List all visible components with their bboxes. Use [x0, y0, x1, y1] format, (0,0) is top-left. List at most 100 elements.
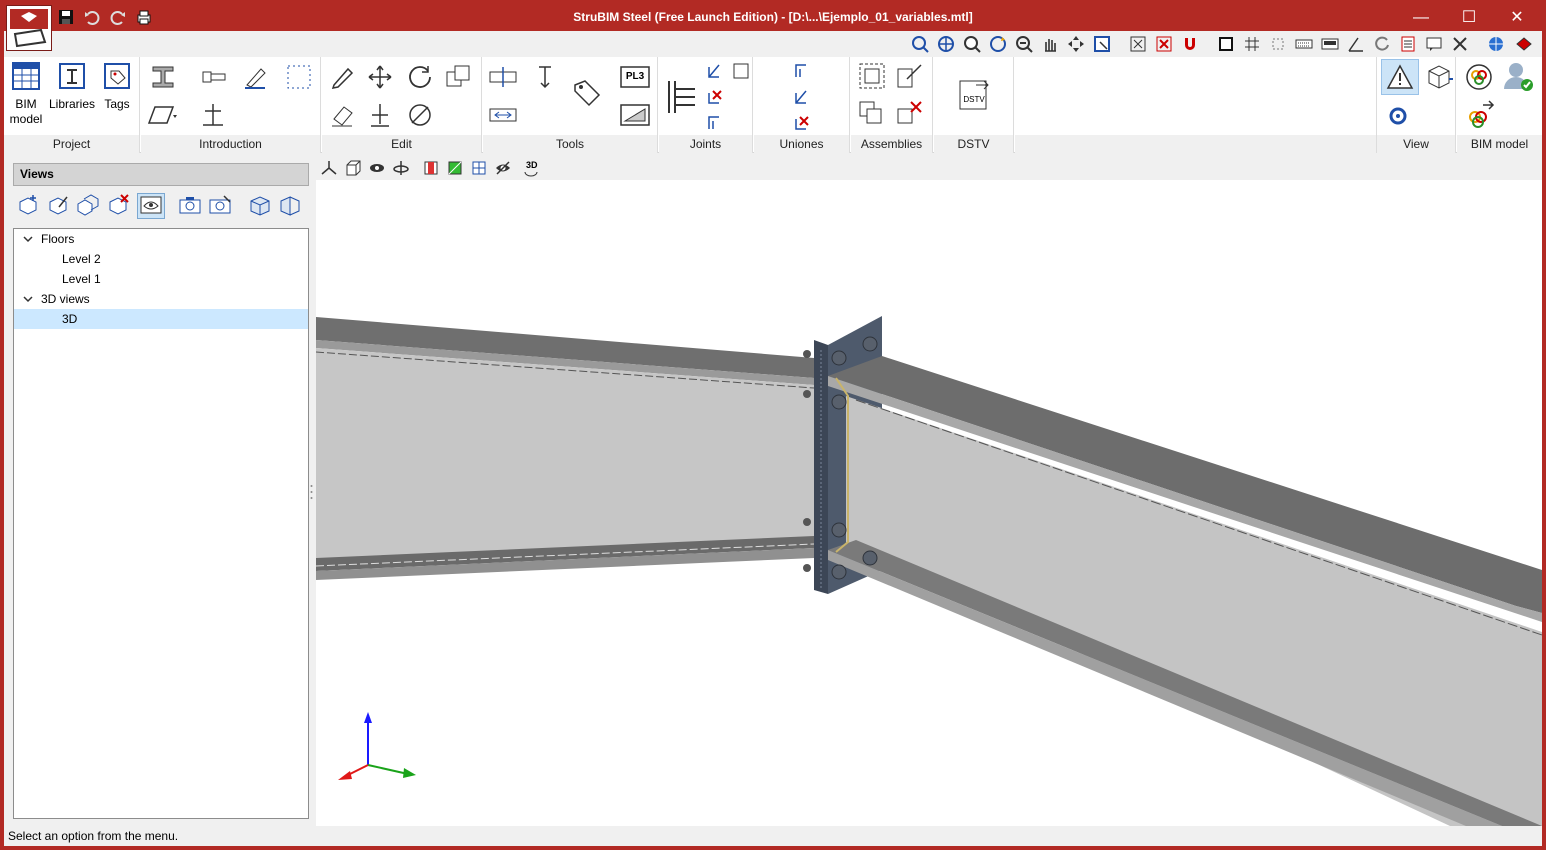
stretch-icon[interactable] — [366, 101, 394, 129]
assembly-add-icon[interactable] — [857, 99, 887, 129]
dstv-export-button[interactable]: DSTV — [956, 77, 992, 113]
pan-hand-icon[interactable] — [1040, 34, 1060, 54]
group-label-introduction: Introduction — [141, 135, 320, 153]
minimize-button[interactable]: — — [1398, 4, 1444, 32]
zoom-all-icon[interactable] — [936, 34, 956, 54]
new-view-icon[interactable] — [15, 193, 43, 219]
close-button[interactable]: ✕ — [1494, 4, 1540, 32]
wireframe-box-icon[interactable] — [344, 159, 362, 177]
camera-settings-icon[interactable] — [207, 193, 235, 219]
axes-icon[interactable] — [320, 159, 338, 177]
tags-button[interactable]: Tags — [98, 59, 136, 119]
move-view-icon[interactable] — [1066, 34, 1086, 54]
zoom-out-icon[interactable] — [1014, 34, 1034, 54]
arc-icon[interactable] — [406, 101, 434, 129]
keyboard-icon[interactable] — [1294, 34, 1314, 54]
union-add-icon[interactable] — [792, 61, 812, 81]
save-icon[interactable] — [56, 8, 76, 28]
view-properties-icon[interactable] — [137, 193, 165, 219]
render-grid-icon[interactable] — [470, 159, 488, 177]
book-icon[interactable] — [1514, 34, 1534, 54]
3d-view-button[interactable]: 3D — [520, 158, 542, 178]
orbit-icon[interactable] — [392, 159, 410, 177]
dimension-icon[interactable] — [531, 63, 559, 91]
maximize-button[interactable]: ☐ — [1446, 4, 1492, 32]
pencil-icon[interactable] — [328, 63, 356, 91]
label-tag-icon[interactable] — [571, 77, 603, 109]
profile-shape-icon[interactable] — [619, 101, 651, 129]
joint-profile-icon[interactable] — [665, 77, 699, 117]
solid-view-icon[interactable] — [368, 159, 386, 177]
render-green-icon[interactable] — [446, 159, 464, 177]
assembly-delete-icon[interactable] — [895, 99, 925, 129]
join-icon[interactable] — [487, 101, 519, 129]
zoom-window-icon[interactable] — [910, 34, 930, 54]
angle-icon[interactable] — [1346, 34, 1366, 54]
pl3-button[interactable]: PL3 — [619, 63, 651, 91]
bim-sync-icon[interactable] — [1463, 61, 1495, 93]
view-section-icon[interactable] — [277, 193, 305, 219]
user-status-icon[interactable] — [1501, 59, 1535, 93]
grid-icon[interactable] — [1242, 34, 1262, 54]
zoom-refresh-icon[interactable] — [988, 34, 1008, 54]
bolt-icon[interactable] — [199, 63, 227, 91]
view-cube-icon[interactable] — [247, 193, 275, 219]
bim-export-icon[interactable] — [1463, 99, 1495, 131]
panel-splitter[interactable] — [310, 483, 313, 501]
tree-node-floors[interactable]: Floors — [14, 229, 308, 249]
app-menu-button[interactable] — [6, 5, 52, 51]
redo-icon[interactable] — [108, 8, 128, 28]
settings-tools-icon[interactable] — [1450, 34, 1470, 54]
copy-icon[interactable] — [444, 63, 472, 91]
warnings-view-button[interactable] — [1381, 59, 1419, 95]
undo-icon[interactable] — [82, 8, 102, 28]
3d-viewport[interactable] — [316, 180, 1542, 826]
assembly-select-icon[interactable] — [857, 61, 887, 91]
visibility-eye-icon[interactable] — [494, 159, 512, 177]
snap-red-icon[interactable] — [1154, 34, 1174, 54]
bim-model-button[interactable]: BIM model — [6, 59, 46, 133]
rotate-edit-icon[interactable] — [406, 63, 434, 91]
3d-cube-icon[interactable] — [1423, 61, 1453, 91]
copy-view-icon[interactable] — [75, 193, 103, 219]
libraries-button[interactable]: Libraries — [48, 59, 96, 119]
anchor-icon[interactable] — [199, 101, 227, 129]
tree-node-3d[interactable]: 3D — [14, 309, 308, 329]
point-grid-icon[interactable] — [1268, 34, 1288, 54]
print-icon[interactable] — [134, 8, 154, 28]
zoom-in-icon[interactable] — [962, 34, 982, 54]
camera-icon[interactable] — [177, 193, 205, 219]
render-red-icon[interactable] — [422, 159, 440, 177]
union-edit-icon[interactable] — [792, 87, 812, 107]
snap-grid-icon[interactable] — [1128, 34, 1148, 54]
window-select-icon[interactable] — [1092, 34, 1112, 54]
chevron-down-icon[interactable] — [23, 294, 33, 304]
measure-distance-icon[interactable] — [487, 63, 519, 91]
tree-node-level-2[interactable]: Level 2 — [14, 249, 308, 269]
beam-profile-icon[interactable] — [149, 63, 177, 91]
assembly-edit-icon[interactable] — [895, 61, 925, 91]
comment-icon[interactable] — [1424, 34, 1444, 54]
joint-view-icon[interactable] — [705, 113, 725, 133]
joint-edit-icon[interactable] — [705, 61, 725, 81]
delete-view-icon[interactable] — [105, 193, 133, 219]
scale-icon[interactable] — [1320, 34, 1340, 54]
joint-delete-icon[interactable] — [705, 87, 725, 107]
globe-icon[interactable] — [1486, 34, 1506, 54]
tree-node-3d-views[interactable]: 3D views — [14, 289, 308, 309]
rotate-icon[interactable] — [1372, 34, 1392, 54]
joint-page-icon[interactable] — [731, 61, 751, 81]
layers-icon[interactable] — [1398, 34, 1418, 54]
plate-icon[interactable] — [145, 101, 177, 129]
tree-node-level-1[interactable]: Level 1 — [14, 269, 308, 289]
union-delete-icon[interactable] — [792, 113, 812, 133]
move-icon[interactable] — [366, 63, 394, 91]
eraser-icon[interactable] — [328, 101, 356, 129]
weld-pen-icon[interactable] — [241, 63, 269, 91]
grid-dots-icon[interactable] — [285, 63, 313, 91]
edit-view-icon[interactable] — [45, 193, 73, 219]
square-select-icon[interactable] — [1216, 34, 1236, 54]
magnet-icon[interactable] — [1180, 34, 1200, 54]
chevron-down-icon[interactable] — [23, 234, 33, 244]
gear-icon[interactable] — [1383, 101, 1413, 131]
